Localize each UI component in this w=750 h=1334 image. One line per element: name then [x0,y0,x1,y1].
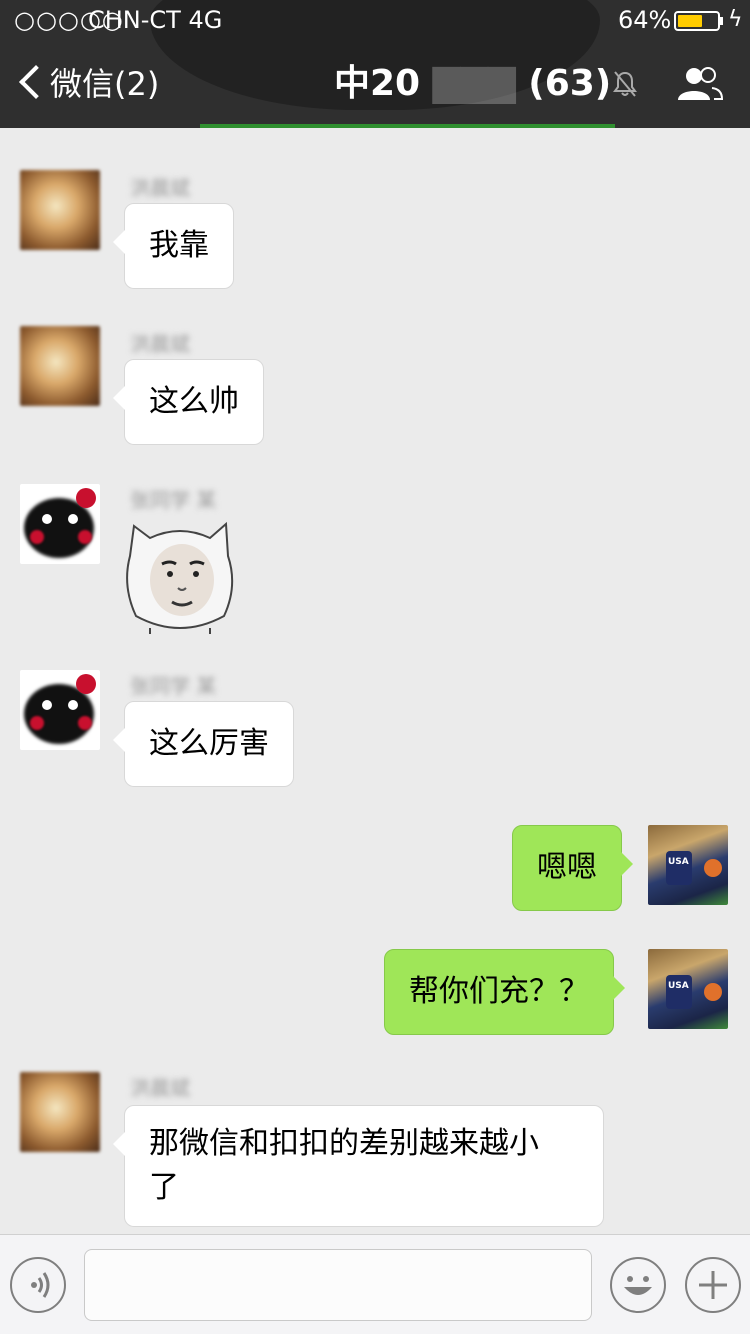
message-text-line: 了 [149,1170,179,1205]
input-bar [0,1234,750,1334]
chat-title: 中20 ▇▇▇ (63) [334,63,612,104]
battery-icon [674,11,720,31]
battery-nub [720,17,723,25]
people-icon[interactable] [676,64,724,104]
member-count: (63) [528,63,612,104]
sender-name: 张同学 某 [130,488,217,512]
avatar[interactable] [20,670,100,750]
emoji-button[interactable] [610,1257,666,1313]
bell-slash-icon [613,71,637,97]
avatar[interactable] [20,170,100,250]
more-button[interactable] [685,1257,741,1313]
message-text-line: 那微信和扣扣的差别越来越小 [149,1126,539,1161]
status-bar: ○○○○○ CHN-CT 4G 64% ϟ [0,0,750,40]
message-bubble-self[interactable]: 帮你们充？？ [384,949,625,1035]
message-bubble-self[interactable]: 嗯嗯 [512,825,633,911]
sender-name: 张同学 某 [130,674,217,698]
message-input[interactable] [84,1249,592,1321]
sender-name: 洪晨斌 [130,176,190,200]
battery-percent: 64% [618,6,672,34]
sender-name: 洪晨斌 [130,1076,190,1100]
sender-name: 洪晨斌 [130,332,190,356]
face-sticker[interactable] [120,516,240,634]
plus-icon [699,1271,727,1299]
voice-icon [31,1272,50,1298]
message-bubble[interactable]: 这么帅 [113,359,264,445]
battery-fill [678,15,702,27]
voice-button[interactable] [10,1257,66,1313]
smiley-icon [624,1276,652,1295]
top-bar: ○○○○○ CHN-CT 4G 64% ϟ 微信(2) 中20 ▇▇▇ (63) [0,0,750,128]
back-label: 微信(2) [50,65,160,103]
avatar-self[interactable]: USA [648,825,728,905]
nav-bar: 微信(2) 中20 ▇▇▇ (63) [0,40,750,128]
message-bubble[interactable]: 这么厉害 [113,701,294,787]
avatar-self[interactable]: USA [648,949,728,1029]
avatar[interactable] [20,326,100,406]
avatar[interactable] [20,1072,100,1152]
message-bubble[interactable]: 我靠 [113,203,234,289]
chevron-left-icon [19,65,53,99]
avatar[interactable] [20,484,100,564]
bolt-icon: ϟ [728,7,743,32]
message-bubble[interactable]: 那微信和扣扣的差别越来越小 了 [113,1105,604,1227]
network-type: 4G [188,6,223,34]
carrier-name: CHN-CT 4G [88,6,223,34]
